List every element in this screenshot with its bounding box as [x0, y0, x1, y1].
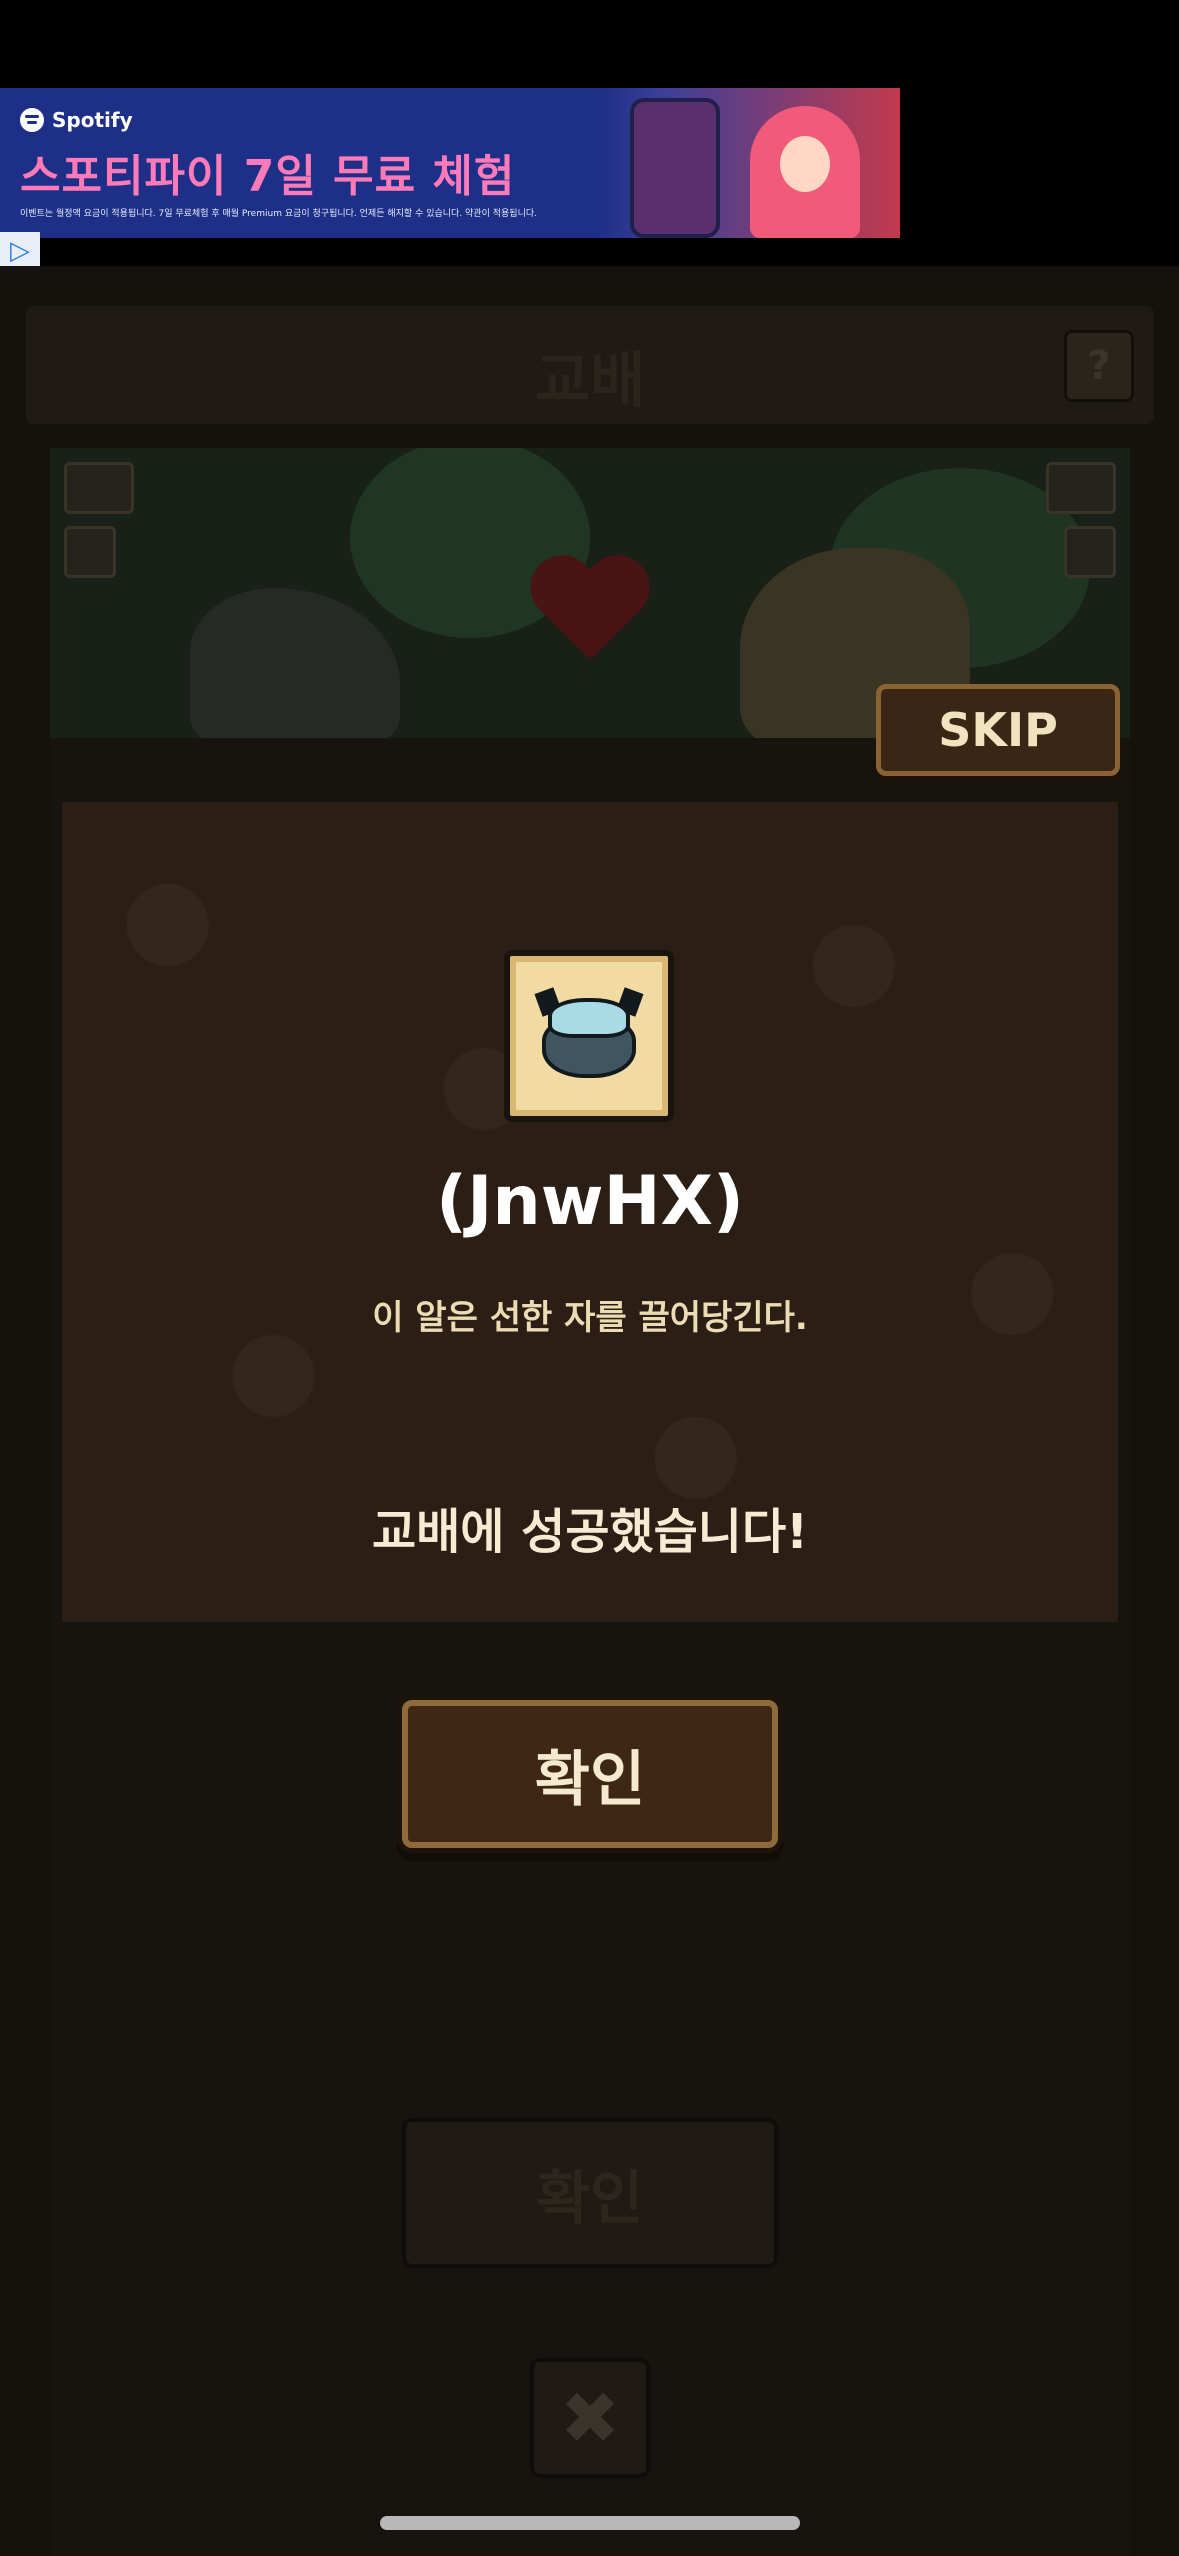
close-icon: ✖: [530, 2358, 650, 2478]
ad-character-image: [750, 106, 860, 238]
item-name: (JnwHX): [435, 1162, 745, 1241]
header-bar: 교배 ?: [26, 306, 1154, 424]
ad-headline: 스포티파이 7일 무료 체험: [20, 151, 516, 202]
home-indicator[interactable]: [380, 2516, 800, 2530]
ad-banner[interactable]: Spotify 스포티파이 7일 무료 체험 이벤트는 월정액 요금이 적용됩니…: [0, 88, 900, 238]
scene-icon: [1064, 526, 1116, 578]
adchoices-icon[interactable]: ▷: [0, 232, 40, 270]
help-button[interactable]: ?: [1064, 330, 1134, 402]
egg-icon: [534, 987, 644, 1082]
result-modal: (JnwHX) 이 알은 선한 자를 끌어당긴다. 교배에 성공했습니다!: [62, 802, 1118, 1622]
skip-button[interactable]: SKIP: [876, 684, 1120, 776]
spotify-logo: Spotify: [20, 108, 133, 132]
item-description: 이 알은 선한 자를 끌어당긴다.: [372, 1298, 808, 1338]
ad-fine-print: 이벤트는 월정액 요금이 적용됩니다. 7일 무료체험 후 매월 Premium…: [20, 209, 537, 219]
spotify-icon: [20, 108, 44, 132]
page-title: 교배: [534, 346, 646, 416]
background-confirm-button: 확인: [402, 2118, 778, 2268]
scene-icon: [64, 462, 134, 514]
ad-illustration: [600, 88, 900, 238]
result-message: 교배에 성공했습니다!: [371, 1504, 809, 1560]
scene-icon: [64, 526, 116, 578]
dragon-left-sprite: [190, 588, 400, 738]
egg-item-frame: [504, 950, 674, 1122]
ad-brand-label: Spotify: [52, 108, 133, 132]
heart-icon: [530, 558, 650, 668]
confirm-button[interactable]: 확인: [402, 1700, 778, 1848]
ad-phone-image: [630, 98, 720, 238]
scene-icon: [1046, 462, 1116, 514]
